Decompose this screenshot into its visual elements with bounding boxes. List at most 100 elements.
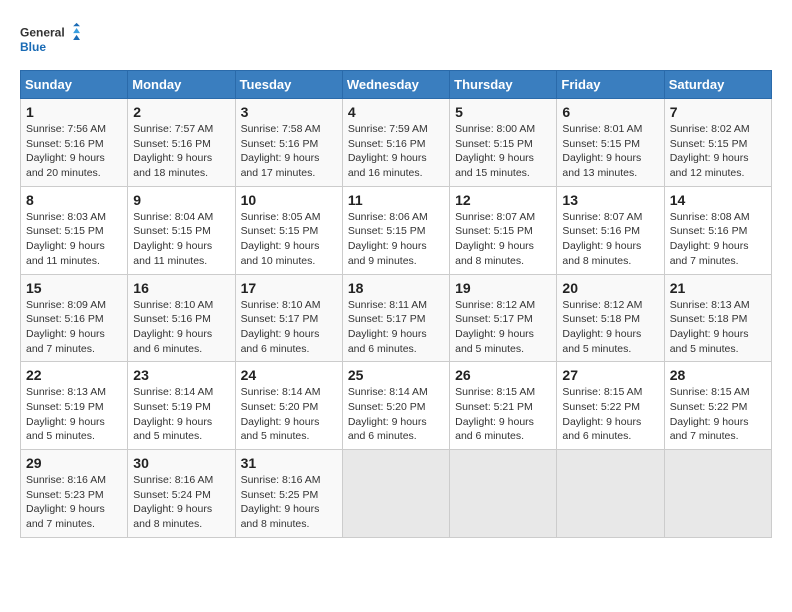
day-info: Sunrise: 8:07 AMSunset: 5:16 PMDaylight:… [562, 210, 658, 269]
day-number: 8 [26, 192, 122, 208]
day-info: Sunrise: 8:02 AMSunset: 5:15 PMDaylight:… [670, 122, 766, 181]
day-info: Sunrise: 7:59 AMSunset: 5:16 PMDaylight:… [348, 122, 444, 181]
day-number: 18 [348, 280, 444, 296]
calendar-cell: 5 Sunrise: 8:00 AMSunset: 5:15 PMDaylight… [450, 99, 557, 187]
day-number: 28 [670, 367, 766, 383]
calendar-cell: 9 Sunrise: 8:04 AMSunset: 5:15 PMDaylight… [128, 186, 235, 274]
calendar-cell: 17 Sunrise: 8:10 AMSunset: 5:17 PMDayligh… [235, 274, 342, 362]
day-info: Sunrise: 8:12 AMSunset: 5:17 PMDaylight:… [455, 298, 551, 357]
calendar-cell: 19Sunrise: 8:12 AMSunset: 5:17 PMDayligh… [450, 274, 557, 362]
svg-text:Blue: Blue [20, 40, 46, 54]
day-info: Sunrise: 8:16 AMSunset: 5:24 PMDaylight:… [133, 473, 229, 532]
day-info: Sunrise: 8:03 AMSunset: 5:15 PMDaylight:… [26, 210, 122, 269]
day-info: Sunrise: 8:05 AMSunset: 5:15 PMDaylight:… [241, 210, 337, 269]
day-info: Sunrise: 8:11 AMSunset: 5:17 PMDaylight:… [348, 298, 444, 357]
calendar-cell: 29Sunrise: 8:16 AMSunset: 5:23 PMDayligh… [21, 450, 128, 538]
day-info: Sunrise: 8:00 AMSunset: 5:15 PMDaylight:… [455, 122, 551, 181]
day-number: 31 [241, 455, 337, 471]
day-number: 23 [133, 367, 229, 383]
calendar-cell: 3 Sunrise: 7:58 AMSunset: 5:16 PMDaylight… [235, 99, 342, 187]
day-info: Sunrise: 8:15 AMSunset: 5:22 PMDaylight:… [562, 385, 658, 444]
day-info: Sunrise: 8:10 AMSunset: 5:17 PMDaylight:… [241, 298, 337, 357]
day-number: 9 [133, 192, 229, 208]
day-number: 4 [348, 104, 444, 120]
day-number: 24 [241, 367, 337, 383]
column-header-wednesday: Wednesday [342, 71, 449, 99]
column-header-monday: Monday [128, 71, 235, 99]
column-header-sunday: Sunday [21, 71, 128, 99]
day-number: 14 [670, 192, 766, 208]
day-number: 12 [455, 192, 551, 208]
day-number: 22 [26, 367, 122, 383]
day-number: 7 [670, 104, 766, 120]
day-number: 30 [133, 455, 229, 471]
day-info: Sunrise: 8:16 AMSunset: 5:25 PMDaylight:… [241, 473, 337, 532]
calendar-header-row: SundayMondayTuesdayWednesdayThursdayFrid… [21, 71, 772, 99]
day-number: 2 [133, 104, 229, 120]
calendar-cell: 25 Sunrise: 8:14 AMSunset: 5:20 PMDayligh… [342, 362, 449, 450]
day-number: 21 [670, 280, 766, 296]
day-info: Sunrise: 8:08 AMSunset: 5:16 PMDaylight:… [670, 210, 766, 269]
calendar-week-row: 29Sunrise: 8:16 AMSunset: 5:23 PMDayligh… [21, 450, 772, 538]
day-number: 11 [348, 192, 444, 208]
calendar-cell: 10 Sunrise: 8:05 AMSunset: 5:15 PMDayligh… [235, 186, 342, 274]
day-number: 27 [562, 367, 658, 383]
calendar-cell [450, 450, 557, 538]
day-number: 13 [562, 192, 658, 208]
day-number: 25 [348, 367, 444, 383]
day-info: Sunrise: 8:16 AMSunset: 5:23 PMDaylight:… [26, 473, 122, 532]
day-number: 15 [26, 280, 122, 296]
day-info: Sunrise: 8:15 AMSunset: 5:21 PMDaylight:… [455, 385, 551, 444]
day-number: 17 [241, 280, 337, 296]
day-info: Sunrise: 7:57 AMSunset: 5:16 PMDaylight:… [133, 122, 229, 181]
day-number: 5 [455, 104, 551, 120]
calendar-cell: 22 Sunrise: 8:13 AMSunset: 5:19 PMDayligh… [21, 362, 128, 450]
day-info: Sunrise: 8:10 AMSunset: 5:16 PMDaylight:… [133, 298, 229, 357]
day-info: Sunrise: 8:13 AMSunset: 5:18 PMDaylight:… [670, 298, 766, 357]
calendar-cell: 15Sunrise: 8:09 AMSunset: 5:16 PMDayligh… [21, 274, 128, 362]
calendar-cell: 12 Sunrise: 8:07 AMSunset: 5:15 PMDayligh… [450, 186, 557, 274]
calendar-cell: 2 Sunrise: 7:57 AMSunset: 5:16 PMDaylight… [128, 99, 235, 187]
calendar-cell [664, 450, 771, 538]
calendar-cell: 1 Sunrise: 7:56 AMSunset: 5:16 PMDaylight… [21, 99, 128, 187]
day-info: Sunrise: 8:04 AMSunset: 5:15 PMDaylight:… [133, 210, 229, 269]
day-info: Sunrise: 8:14 AMSunset: 5:20 PMDaylight:… [241, 385, 337, 444]
calendar-week-row: 8 Sunrise: 8:03 AMSunset: 5:15 PMDaylight… [21, 186, 772, 274]
calendar-table: SundayMondayTuesdayWednesdayThursdayFrid… [20, 70, 772, 538]
calendar-cell: 31 Sunrise: 8:16 AMSunset: 5:25 PMDayligh… [235, 450, 342, 538]
calendar-cell: 21 Sunrise: 8:13 AMSunset: 5:18 PMDayligh… [664, 274, 771, 362]
day-number: 16 [133, 280, 229, 296]
day-info: Sunrise: 8:06 AMSunset: 5:15 PMDaylight:… [348, 210, 444, 269]
day-info: Sunrise: 8:15 AMSunset: 5:22 PMDaylight:… [670, 385, 766, 444]
page-header: General Blue [20, 20, 772, 60]
calendar-week-row: 22 Sunrise: 8:13 AMSunset: 5:19 PMDayligh… [21, 362, 772, 450]
calendar-cell: 20 Sunrise: 8:12 AMSunset: 5:18 PMDayligh… [557, 274, 664, 362]
day-info: Sunrise: 8:13 AMSunset: 5:19 PMDaylight:… [26, 385, 122, 444]
day-info: Sunrise: 8:12 AMSunset: 5:18 PMDaylight:… [562, 298, 658, 357]
calendar-cell: 8 Sunrise: 8:03 AMSunset: 5:15 PMDaylight… [21, 186, 128, 274]
column-header-thursday: Thursday [450, 71, 557, 99]
day-info: Sunrise: 8:07 AMSunset: 5:15 PMDaylight:… [455, 210, 551, 269]
day-number: 6 [562, 104, 658, 120]
column-header-saturday: Saturday [664, 71, 771, 99]
calendar-cell: 24 Sunrise: 8:14 AMSunset: 5:20 PMDayligh… [235, 362, 342, 450]
day-number: 20 [562, 280, 658, 296]
column-header-friday: Friday [557, 71, 664, 99]
day-info: Sunrise: 8:01 AMSunset: 5:15 PMDaylight:… [562, 122, 658, 181]
day-number: 1 [26, 104, 122, 120]
day-info: Sunrise: 7:58 AMSunset: 5:16 PMDaylight:… [241, 122, 337, 181]
day-number: 10 [241, 192, 337, 208]
calendar-cell: 13 Sunrise: 8:07 AMSunset: 5:16 PMDayligh… [557, 186, 664, 274]
day-info: Sunrise: 8:14 AMSunset: 5:20 PMDaylight:… [348, 385, 444, 444]
calendar-cell: 26Sunrise: 8:15 AMSunset: 5:21 PMDayligh… [450, 362, 557, 450]
day-number: 3 [241, 104, 337, 120]
calendar-cell: 28 Sunrise: 8:15 AMSunset: 5:22 PMDayligh… [664, 362, 771, 450]
calendar-week-row: 15Sunrise: 8:09 AMSunset: 5:16 PMDayligh… [21, 274, 772, 362]
logo-svg: General Blue [20, 20, 80, 60]
calendar-cell: 4 Sunrise: 7:59 AMSunset: 5:16 PMDaylight… [342, 99, 449, 187]
calendar-week-row: 1 Sunrise: 7:56 AMSunset: 5:16 PMDaylight… [21, 99, 772, 187]
calendar-cell: 27 Sunrise: 8:15 AMSunset: 5:22 PMDayligh… [557, 362, 664, 450]
day-info: Sunrise: 7:56 AMSunset: 5:16 PMDaylight:… [26, 122, 122, 181]
day-info: Sunrise: 8:14 AMSunset: 5:19 PMDaylight:… [133, 385, 229, 444]
column-header-tuesday: Tuesday [235, 71, 342, 99]
